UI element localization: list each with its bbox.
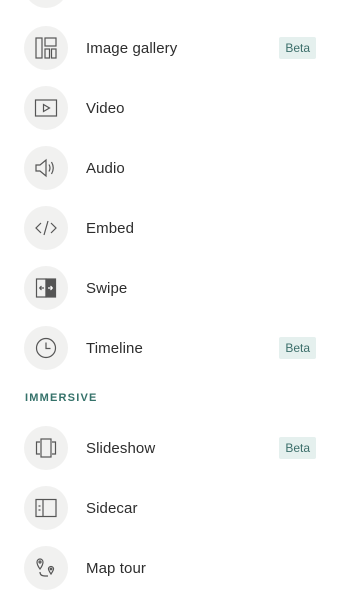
sidecar-icon [24, 486, 68, 530]
item-label: Embed [86, 219, 135, 237]
item-embed[interactable]: Embed [0, 200, 338, 256]
item-image-gallery[interactable]: Image gallery Beta [0, 20, 338, 76]
video-icon [24, 86, 68, 130]
embed-icon [24, 206, 68, 250]
item-label: Image gallery [86, 39, 178, 57]
item-label: Video [86, 99, 125, 117]
map-tour-icon [24, 546, 68, 590]
image-gallery-icon [24, 26, 68, 70]
beta-badge: Beta [279, 37, 316, 59]
section-header-immersive: IMMERSIVE [25, 392, 98, 404]
audio-icon [24, 146, 68, 190]
item-video[interactable]: Video [0, 80, 338, 136]
item-label: Swipe [86, 279, 128, 297]
beta-badge: Beta [279, 437, 316, 459]
item-label: Map tour [86, 559, 146, 577]
item-label: Sidecar [86, 499, 138, 517]
item-timeline[interactable]: Timeline Beta [0, 320, 338, 376]
item-swipe[interactable]: Swipe [0, 260, 338, 316]
item-sidecar[interactable]: Sidecar [0, 480, 338, 536]
previous-item-icon[interactable] [24, 0, 68, 8]
beta-badge: Beta [279, 337, 316, 359]
swipe-icon [24, 266, 68, 310]
item-map-tour[interactable]: Map tour [0, 540, 338, 596]
item-label: Slideshow [86, 439, 156, 457]
item-label: Audio [86, 159, 125, 177]
item-label: Timeline [86, 339, 143, 357]
slideshow-icon [24, 426, 68, 470]
item-slideshow[interactable]: Slideshow Beta [0, 420, 338, 476]
item-audio[interactable]: Audio [0, 140, 338, 196]
timeline-icon [24, 326, 68, 370]
